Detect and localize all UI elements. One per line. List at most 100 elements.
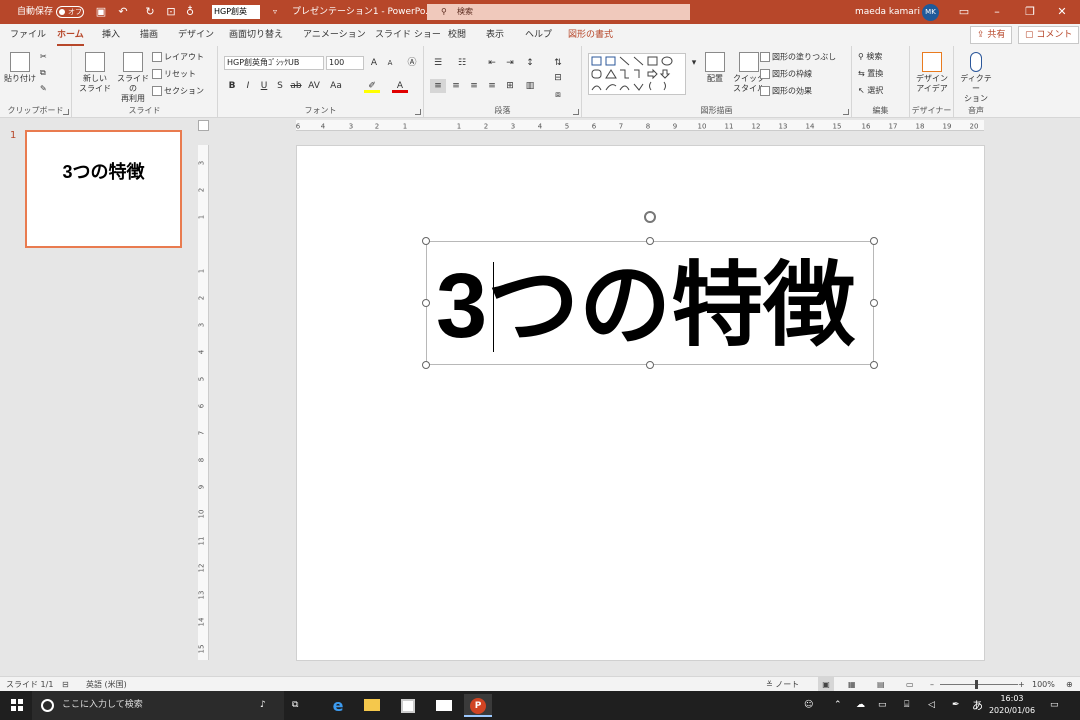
save-icon[interactable]: ▣: [94, 5, 108, 19]
resize-handle[interactable]: [422, 361, 430, 369]
normal-view-icon[interactable]: ▣: [818, 677, 834, 692]
undo-icon[interactable]: ↶: [116, 5, 130, 19]
resize-handle[interactable]: [422, 237, 430, 245]
resize-handle[interactable]: [870, 299, 878, 307]
find-button[interactable]: ⚲ 検索: [858, 52, 882, 62]
restore-icon[interactable]: ❐: [1023, 5, 1037, 19]
cut-icon[interactable]: ✂: [40, 52, 47, 62]
align-right-icon[interactable]: ≡: [466, 79, 482, 93]
volume-icon[interactable]: ◁: [928, 691, 935, 720]
windows-start-icon[interactable]: [11, 699, 23, 711]
minimize-icon[interactable]: –: [990, 5, 1004, 19]
line-spacing-icon[interactable]: ↕: [522, 56, 538, 70]
resize-handle[interactable]: [646, 237, 654, 245]
zoom-out-icon[interactable]: –: [930, 677, 934, 692]
launcher-icon[interactable]: [843, 109, 849, 115]
tab-draw[interactable]: 描画: [140, 24, 158, 46]
arrange-button[interactable]: 配置: [700, 52, 730, 84]
paste-button[interactable]: 貼り付け: [4, 52, 36, 84]
zoom-level[interactable]: 100%: [1032, 677, 1055, 692]
dictate-button[interactable]: ディクテー ション: [958, 52, 994, 104]
font-size-select[interactable]: 100: [326, 56, 364, 70]
layout-button[interactable]: レイアウト: [152, 52, 204, 63]
zoom-slider-thumb[interactable]: [975, 680, 978, 689]
slide-title-text[interactable]: 3つの特徴: [436, 254, 868, 358]
select-button[interactable]: ↖ 選択: [858, 86, 883, 96]
horizontal-ruler[interactable]: 6 4 3 2 1 1 2 3 4 5 6 7 8 9 10 11 12 13 14 15 16 17 18 19 20: [296, 120, 984, 131]
italic-icon[interactable]: I: [240, 79, 256, 93]
resize-handle[interactable]: [646, 361, 654, 369]
shape-fill-button[interactable]: 図形の塗りつぶし: [760, 52, 836, 63]
pen-workspace-icon[interactable]: ✒: [952, 691, 960, 720]
tab-home[interactable]: ホーム: [57, 24, 84, 46]
rotate-handle[interactable]: [644, 211, 656, 223]
taskbar-search[interactable]: ここに入力して検索 ♪: [32, 691, 284, 720]
notifications-icon[interactable]: ▭: [1050, 691, 1059, 720]
shape-outline-button[interactable]: 図形の枠線: [760, 69, 812, 80]
align-text-icon[interactable]: ⊟: [550, 71, 566, 85]
font-name-select[interactable]: HGP創英角ｺﾞｼｯｸUB: [224, 56, 324, 70]
slide-thumbnail[interactable]: 3つの特徴: [25, 130, 182, 248]
qat-font-box[interactable]: HGP創英: [212, 5, 260, 19]
slide-sorter-icon[interactable]: ▦: [848, 677, 856, 692]
resize-handle[interactable]: [870, 237, 878, 245]
align-left-icon[interactable]: ≡: [430, 79, 446, 93]
decrease-indent-icon[interactable]: ⇤: [484, 56, 500, 70]
columns-icon[interactable]: ▥: [522, 79, 538, 93]
format-painter-icon[interactable]: ✎: [40, 84, 47, 94]
align-center-icon[interactable]: ≡: [448, 79, 464, 93]
tab-help[interactable]: ヘルプ: [525, 24, 552, 46]
store-app-icon[interactable]: [394, 694, 422, 717]
reading-view-icon[interactable]: ▤: [877, 677, 885, 692]
slide-canvas[interactable]: [296, 145, 985, 661]
tab-review[interactable]: 校閲: [448, 24, 466, 46]
comment-button[interactable]: ▢ コメント: [1018, 26, 1080, 44]
highlight-icon[interactable]: ✐: [364, 79, 380, 93]
ime-indicator[interactable]: あ: [972, 691, 983, 720]
tab-animations[interactable]: アニメーション: [303, 24, 366, 46]
char-spacing-icon[interactable]: AV: [306, 79, 322, 93]
shrink-font-icon[interactable]: A: [382, 56, 398, 70]
tab-slideshow[interactable]: スライド ショー: [375, 24, 441, 46]
people-icon[interactable]: ☺: [804, 691, 813, 720]
tab-file[interactable]: ファイル: [10, 24, 46, 46]
slideshow-start-icon[interactable]: ⊡: [164, 5, 178, 19]
bullets-icon[interactable]: ☰: [430, 56, 446, 70]
share-button[interactable]: ⇪ 共有: [970, 26, 1013, 44]
file-explorer-app-icon[interactable]: [358, 694, 386, 717]
touch-mode-icon[interactable]: ♁: [183, 5, 197, 19]
battery-icon[interactable]: ▭: [878, 691, 887, 720]
resize-handle[interactable]: [870, 361, 878, 369]
powerpoint-app-icon[interactable]: P: [464, 694, 492, 717]
clock[interactable]: 16:03 2020/01/06: [988, 693, 1036, 717]
accessibility-icon[interactable]: ⊟: [62, 677, 69, 692]
clear-format-icon[interactable]: Ⓐ: [404, 56, 420, 70]
numbering-icon[interactable]: ☷: [454, 56, 470, 70]
new-slide-button[interactable]: 新しい スライド: [76, 52, 114, 94]
launcher-icon[interactable]: [63, 109, 69, 115]
task-view-icon[interactable]: ⧉: [292, 691, 298, 720]
language-indicator[interactable]: 英語 (米国): [86, 677, 127, 692]
resize-handle[interactable]: [422, 299, 430, 307]
tab-view[interactable]: 表示: [486, 24, 504, 46]
section-button[interactable]: セクション: [152, 86, 204, 97]
tab-insert[interactable]: 挿入: [102, 24, 120, 46]
tab-selector[interactable]: [198, 120, 209, 131]
search-box[interactable]: ⚲ 検索: [427, 4, 690, 20]
shadow-icon[interactable]: S: [272, 79, 288, 93]
zoom-in-icon[interactable]: +: [1018, 677, 1025, 692]
show-hidden-icons-icon[interactable]: ⌃: [834, 691, 842, 720]
tab-design[interactable]: デザイン: [178, 24, 214, 46]
fit-slide-icon[interactable]: ⊕: [1066, 677, 1073, 692]
ribbon-display-icon[interactable]: ▭: [957, 5, 971, 19]
reset-button[interactable]: リセット: [152, 69, 196, 80]
shape-effects-button[interactable]: 図形の効果: [760, 86, 812, 97]
close-icon[interactable]: ✕: [1055, 5, 1069, 19]
autosave-toggle[interactable]: オフ: [56, 6, 84, 18]
tab-transitions[interactable]: 画面切り替え: [229, 24, 283, 46]
reuse-slides-button[interactable]: スライドの 再利用: [114, 52, 152, 104]
qat-customize-icon[interactable]: ▿: [268, 5, 282, 19]
shapes-gallery[interactable]: [588, 53, 686, 95]
notes-button[interactable]: ≚ ノート: [766, 677, 799, 692]
tab-shape-format[interactable]: 図形の書式: [568, 24, 613, 46]
